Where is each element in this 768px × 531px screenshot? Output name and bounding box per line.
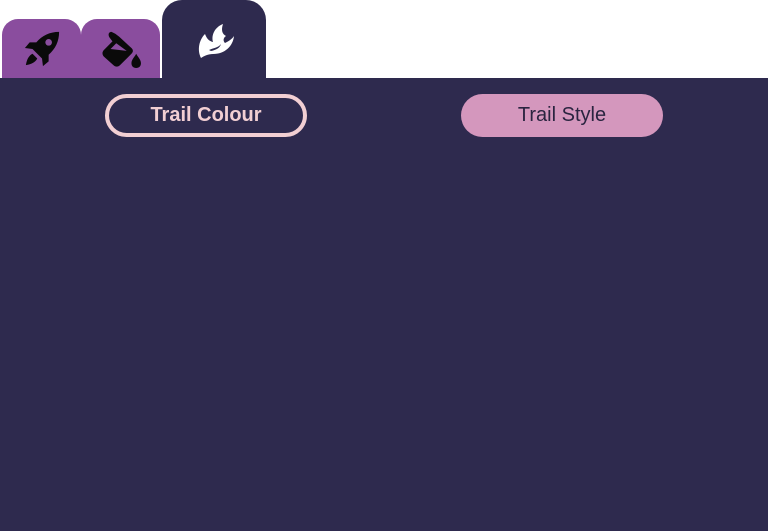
rocket-icon (23, 30, 61, 68)
trail-flame-icon (193, 20, 235, 60)
tab-paint[interactable] (81, 19, 160, 79)
trail-panel: Trail Colour Trail Style (0, 78, 768, 531)
tab-rocket[interactable] (2, 19, 81, 79)
paint-bucket-icon (99, 30, 143, 68)
trail-style-button[interactable]: Trail Style (461, 94, 663, 137)
trail-colour-button[interactable]: Trail Colour (105, 94, 307, 137)
tab-trail[interactable] (162, 0, 266, 79)
